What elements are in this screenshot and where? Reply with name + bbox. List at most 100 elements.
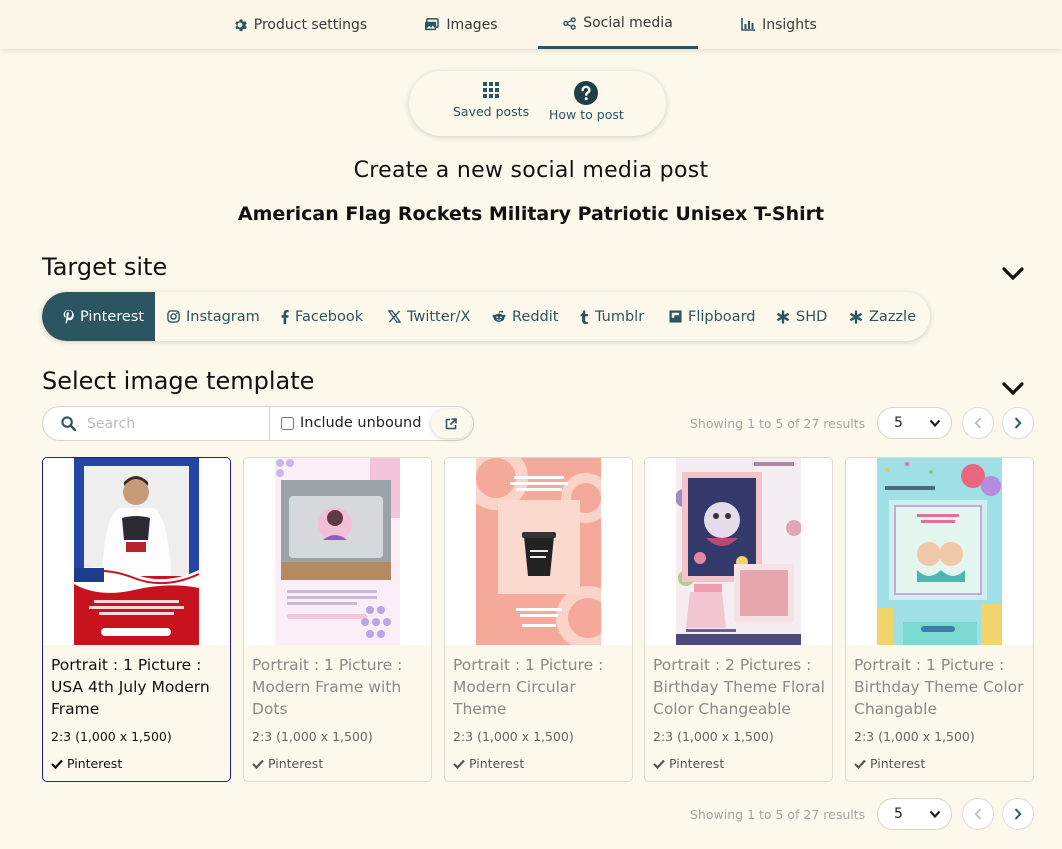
chevron-left-icon (974, 808, 982, 820)
gear-icon (235, 18, 247, 31)
chevron-down-icon[interactable] (1002, 267, 1024, 281)
chevron-right-icon (1014, 808, 1022, 820)
tab-social-media[interactable]: Social media (538, 0, 698, 49)
asterisk-icon (849, 310, 863, 323)
site-zazzle[interactable]: Zazzle (849, 292, 916, 341)
site-tumblr[interactable]: Tumblr (580, 292, 644, 341)
template-card[interactable]: Portrait : 1 Picture : Modern Frame with… (243, 457, 432, 782)
prev-page-button[interactable] (962, 407, 994, 439)
tab-label: Product settings (253, 16, 368, 33)
quick-actions: Saved posts How to post (409, 71, 666, 136)
template-ratio: 2:3 (1,000 x 1,500) (51, 729, 172, 744)
site-flipboard[interactable]: Flipboard (669, 292, 755, 341)
grid-icon (483, 82, 500, 98)
site-label: Instagram (186, 308, 260, 325)
target-site-heading: Target site (42, 253, 168, 281)
template-site-tag: Pinterest (854, 756, 925, 771)
site-label: Zazzle (869, 308, 916, 325)
site-label: Tumblr (595, 308, 645, 325)
include-unbound-label: Include unbound (300, 415, 422, 431)
site-reddit[interactable]: Reddit (492, 292, 558, 341)
chevron-right-icon (1014, 417, 1022, 429)
next-page-button[interactable] (1002, 798, 1034, 830)
page-size-value: 5 (894, 415, 903, 431)
page-size-select[interactable]: 5 (877, 407, 952, 439)
images-icon (425, 18, 440, 31)
flipboard-icon (669, 310, 682, 323)
how-to-post-button[interactable]: How to post (549, 81, 624, 122)
saved-posts-button[interactable]: Saved posts (453, 81, 529, 119)
tab-label: Images (446, 16, 498, 33)
check-icon (854, 759, 866, 769)
template-card[interactable]: Portrait : 1 Picture : Modern Circular T… (444, 457, 633, 782)
open-external-button[interactable] (431, 409, 471, 438)
external-link-icon (445, 417, 457, 429)
site-pinterest[interactable]: Pinterest (42, 292, 155, 341)
template-site-label: Pinterest (67, 756, 123, 771)
site-twitter-x[interactable]: Twitter/X (388, 292, 470, 341)
template-title: Portrait : 1 Picture : Birthday Theme Co… (854, 656, 1024, 718)
site-selector: Pinterest Instagram Facebook Twitter/X R… (42, 292, 930, 341)
template-ratio: 2:3 (1,000 x 1,500) (453, 729, 574, 744)
template-preview-image (476, 458, 601, 645)
template-site-tag: Pinterest (453, 756, 524, 771)
tab-product-settings[interactable]: Product settings (224, 0, 376, 49)
template-preview-image (877, 458, 1002, 645)
template-card[interactable]: Portrait : 1 Picture : USA 4th July Mode… (42, 457, 231, 782)
chevron-down-icon (929, 419, 941, 428)
template-preview-image (676, 458, 801, 645)
template-ratio: 2:3 (1,000 x 1,500) (252, 729, 373, 744)
saved-posts-label: Saved posts (453, 104, 530, 119)
x-icon (388, 310, 401, 323)
template-title: Portrait : 1 Picture : Modern Circular T… (453, 656, 604, 718)
tab-label: Insights (762, 16, 817, 33)
include-unbound-toggle[interactable]: Include unbound (281, 415, 421, 431)
template-ratio: 2:3 (1,000 x 1,500) (653, 729, 774, 744)
tab-label: Social media (583, 15, 673, 31)
include-unbound-checkbox[interactable] (281, 416, 294, 430)
template-thumbnail (445, 458, 632, 645)
site-facebook[interactable]: Facebook (281, 292, 363, 341)
template-site-label: Pinterest (669, 756, 725, 771)
reddit-icon (492, 310, 506, 322)
template-card[interactable]: Portrait : 2 Pictures : Birthday Theme F… (644, 457, 833, 782)
check-icon (252, 759, 264, 769)
page-size-select[interactable]: 5 (877, 798, 952, 830)
template-site-label: Pinterest (469, 756, 525, 771)
site-label: Flipboard (688, 308, 756, 325)
search-input[interactable] (83, 408, 269, 439)
site-label: Facebook (295, 308, 364, 325)
chevron-down-icon (929, 810, 941, 819)
site-instagram[interactable]: Instagram (167, 292, 260, 341)
tab-images[interactable]: Images (416, 0, 506, 49)
pinterest-icon (63, 309, 74, 324)
check-icon (453, 759, 465, 769)
page-size-value: 5 (894, 806, 903, 822)
results-count: Showing 1 to 5 of 27 results (690, 416, 866, 431)
chart-icon (741, 18, 756, 31)
template-thumbnail (846, 458, 1033, 645)
question-icon (574, 81, 599, 105)
next-page-button[interactable] (1002, 407, 1034, 439)
check-icon (51, 759, 63, 769)
divider (269, 407, 270, 440)
template-search-bar: Include unbound (42, 406, 474, 441)
top-nav: Product settings Images Social media Ins… (0, 0, 1062, 49)
facebook-icon (281, 309, 289, 324)
site-shd[interactable]: SHD (776, 292, 827, 341)
tab-insights[interactable]: Insights (730, 0, 828, 49)
asterisk-icon (776, 310, 790, 323)
check-icon (653, 759, 665, 769)
prev-page-button[interactable] (962, 798, 994, 830)
template-site-label: Pinterest (870, 756, 926, 771)
instagram-icon (167, 310, 180, 323)
template-heading: Select image template (42, 367, 315, 395)
product-name: American Flag Rockets Military Patriotic… (237, 203, 825, 225)
template-site-tag: Pinterest (252, 756, 323, 771)
template-thumbnail (645, 458, 832, 645)
how-to-post-label: How to post (549, 107, 624, 122)
chevron-down-icon[interactable] (1002, 382, 1024, 396)
template-card[interactable]: Portrait : 1 Picture : Birthday Theme Co… (845, 457, 1034, 782)
template-site-label: Pinterest (268, 756, 324, 771)
chevron-left-icon (974, 417, 982, 429)
